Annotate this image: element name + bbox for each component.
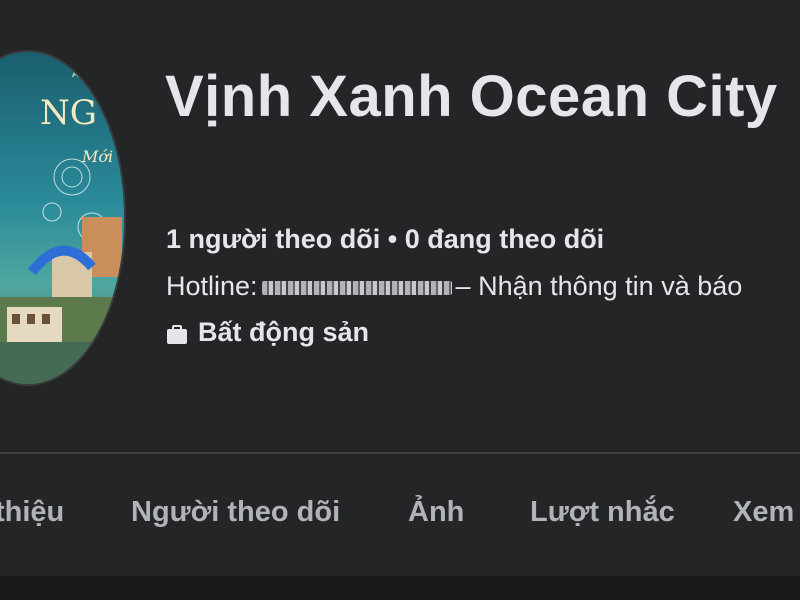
hotline-info: Hotline: – Nhận thông tin và báo [166,271,742,302]
hotline-suffix: – Nhận thông tin và báo [455,271,743,301]
tab-about[interactable]: thiệu [0,496,64,529]
tab-mentions[interactable]: Lượt nhắc [530,496,675,529]
tab-photos[interactable]: Ảnh [408,496,464,529]
avatar-image: NG A Mới [0,52,124,384]
profile-header: NG A Mới Vịnh Xanh Ocean City 1 người th… [0,0,800,450]
page-title: Vịnh Xanh Ocean City [165,64,778,129]
avatar-text-moi: Mới [81,147,113,166]
hotline-number-masked [261,280,452,295]
avatar-text-top: A [72,69,79,80]
bottom-strip [0,576,800,600]
tab-followers[interactable]: Người theo dõi [131,496,340,529]
tab-more[interactable]: Xem [733,496,794,529]
briefcase-icon [166,322,188,344]
profile-tabs: thiệu Người theo dõi Ảnh Lượt nhắc Xem [0,454,800,576]
page-category[interactable]: Bất động sản [166,317,369,348]
avatar-text-ng: NG [40,93,97,133]
hotline-label: Hotline: [166,271,258,301]
profile-avatar[interactable]: NG A Mới [0,50,126,386]
follower-stats[interactable]: 1 người theo dõi • 0 đang theo dõi [166,224,604,255]
profile-page: NG A Mới Vịnh Xanh Ocean City 1 người th… [0,0,800,600]
category-label: Bất động sản [198,317,370,347]
